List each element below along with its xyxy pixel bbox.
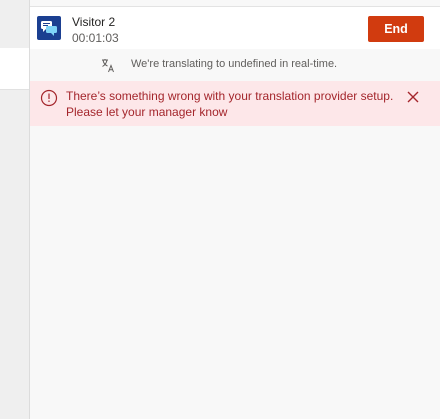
translation-status-bar: We're translating to undefined in real-t…	[30, 49, 440, 80]
translation-status-text: We're translating to undefined in real-t…	[131, 58, 338, 70]
session-header: Visitor 2 00:01:03 End	[30, 6, 440, 50]
conversation-panel: Visitor 2 00:01:03 End We're translating…	[29, 0, 440, 419]
end-button[interactable]: End	[368, 16, 424, 42]
error-circle-icon	[40, 89, 58, 107]
session-timer: 00:01:03	[72, 31, 119, 45]
close-icon[interactable]	[405, 89, 421, 105]
error-banner: There’s something wrong with your transl…	[30, 81, 440, 126]
visitor-name: Visitor 2	[72, 15, 116, 29]
left-card-edge	[0, 48, 30, 90]
chat-bubbles-icon	[37, 16, 61, 40]
translate-icon	[102, 59, 114, 73]
error-message: There’s something wrong with your transl…	[66, 89, 394, 119]
